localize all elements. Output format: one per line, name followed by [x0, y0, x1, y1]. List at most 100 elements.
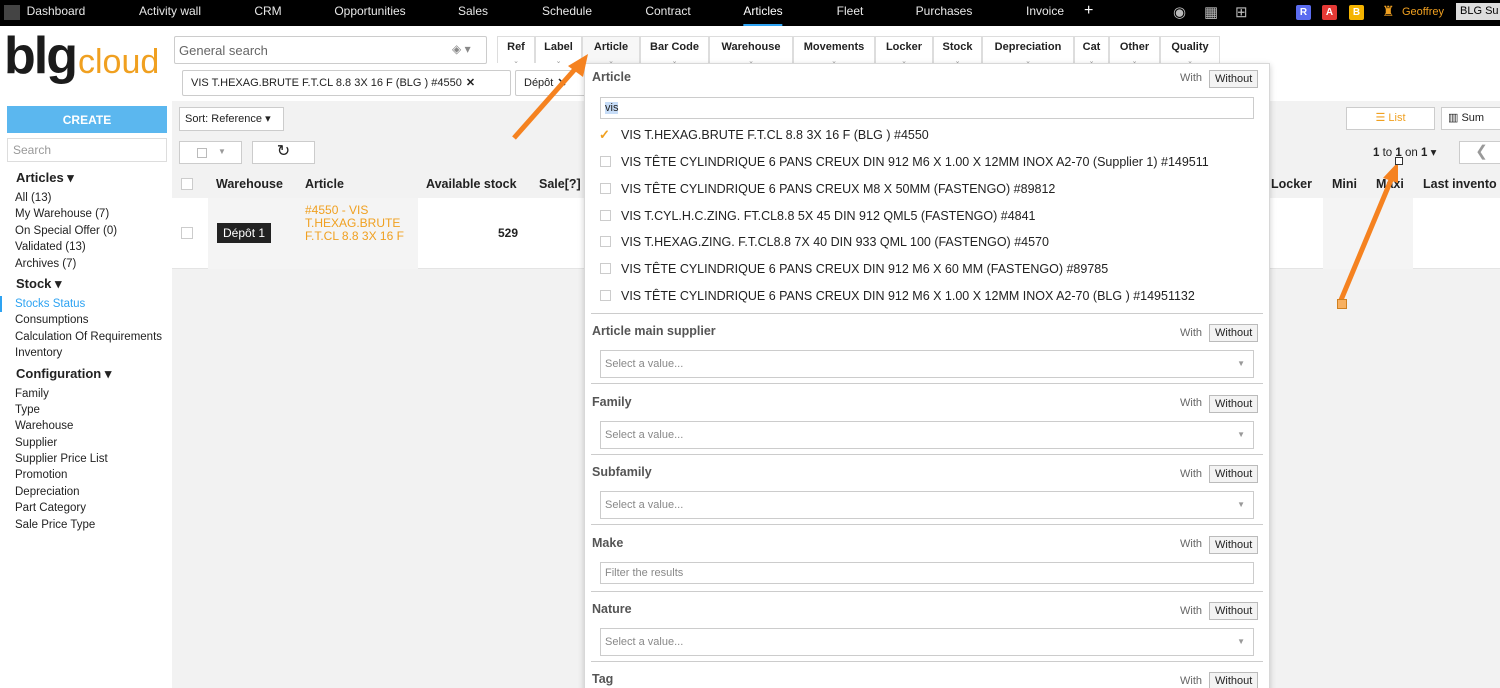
row-checkbox[interactable] [181, 227, 193, 239]
eye-icon[interactable]: ◉ [1173, 3, 1186, 21]
nav-tab-articles[interactable]: Articles [743, 0, 783, 26]
without-toggle[interactable]: Without [1209, 324, 1259, 342]
sidebar-group-configuration[interactable]: Configuration ▾ [0, 364, 172, 386]
filter-tab-quality[interactable]: Quality ⌄ [1160, 36, 1220, 65]
article-option[interactable]: VIS TÊTE CYLINDRIQUE 6 PANS CREUX M8 X 5… [600, 179, 1055, 199]
previous-page-button[interactable]: ❮ [1459, 141, 1500, 164]
avatar-a[interactable]: A [1322, 5, 1337, 20]
nav-tab-contract[interactable]: Contract [645, 0, 690, 26]
sidebar-item-stocks-status[interactable]: Stocks Status [0, 295, 172, 313]
sidebar-item-supplier-price-list[interactable]: Supplier Price List [0, 451, 172, 467]
user-name[interactable]: Geoffrey [1402, 6, 1444, 18]
checkbox-checked-icon[interactable] [599, 125, 611, 145]
select-all-dropdown[interactable]: ▼ [179, 141, 242, 164]
with-toggle[interactable]: With [1180, 72, 1202, 84]
with-toggle[interactable]: With [1180, 397, 1202, 409]
filter-tab-warehouse[interactable]: Warehouse ⌄ [709, 36, 793, 65]
sidebar-item-warehouse[interactable]: Warehouse [0, 418, 172, 434]
with-toggle[interactable]: With [1180, 538, 1202, 550]
checkbox[interactable] [600, 156, 611, 167]
avatar-b[interactable]: B [1349, 5, 1364, 20]
avatar-r[interactable]: R [1296, 5, 1311, 20]
sidebar-group-stock[interactable]: Stock ▾ [0, 274, 172, 296]
refresh-button[interactable]: ↻ [252, 141, 315, 164]
with-toggle[interactable]: With [1180, 327, 1202, 339]
sidebar-item-type[interactable]: Type [0, 402, 172, 418]
sidebar-item-part-category[interactable]: Part Category [0, 500, 172, 516]
nav-tab-dashboard[interactable]: Dashboard [27, 0, 86, 26]
create-button[interactable]: CREATE [7, 106, 167, 133]
without-toggle[interactable]: Without [1209, 395, 1259, 413]
sidebar-item-promotion[interactable]: Promotion [0, 467, 172, 483]
without-toggle[interactable]: Without [1209, 465, 1259, 483]
filter-tab-ref[interactable]: Ref ⌄ [497, 36, 535, 65]
column-mini[interactable]: Mini [1332, 177, 1357, 191]
filter-tab-cat[interactable]: Cat ⌄ [1074, 36, 1109, 65]
sidebar-group-articles[interactable]: Articles ▾ [0, 168, 172, 190]
column-last-inventory[interactable]: Last invento [1423, 177, 1497, 191]
filter-tab-label[interactable]: Label ⌄ [535, 36, 582, 65]
remove-filter-icon[interactable]: ✕ [466, 77, 475, 89]
remove-filter-icon[interactable]: ✕ [557, 77, 566, 89]
sidebar-search-input[interactable] [7, 138, 167, 162]
sidebar-item-inventory[interactable]: Inventory [0, 345, 172, 361]
column-warehouse[interactable]: Warehouse [216, 177, 283, 191]
nav-tab-invoice[interactable]: Invoice [1026, 0, 1064, 26]
sidebar-item-family[interactable]: Family [0, 386, 172, 402]
filter-tab-bar-code[interactable]: Bar Code ⌄ [640, 36, 709, 65]
checkbox[interactable] [600, 290, 611, 301]
article-option[interactable]: VIS T.HEXAG.BRUTE F.T.CL 8.8 3X 16 F (BL… [599, 125, 929, 145]
nature-select[interactable]: Select a value... ▼ [600, 628, 1254, 656]
article-link[interactable]: #4550 - VIS T.HEXAG.BRUTE F.T.CL 8.8 3X … [305, 204, 415, 243]
sidebar-item-sale-price-type[interactable]: Sale Price Type [0, 517, 172, 533]
filter-tab-depreciation[interactable]: Depreciation ⌄ [982, 36, 1074, 65]
article-option[interactable]: VIS TÊTE CYLINDRIQUE 6 PANS CREUX DIN 91… [600, 259, 1108, 279]
filter-tab-other[interactable]: Other ⌄ [1109, 36, 1160, 65]
layers-icon[interactable]: ◈ ▾ [452, 42, 471, 56]
checkbox[interactable] [600, 183, 611, 194]
subfamily-select[interactable]: Select a value... ▼ [600, 491, 1254, 519]
filter-tab-locker[interactable]: Locker ⌄ [875, 36, 933, 65]
nav-tab-activity-wall[interactable]: Activity wall [139, 0, 201, 26]
sidebar-item-all[interactable]: All (13) [0, 190, 172, 206]
apps-grid-icon[interactable]: ⊞ [1235, 3, 1248, 21]
checkbox[interactable] [600, 263, 611, 274]
calculator-icon[interactable]: ▦ [1204, 3, 1218, 21]
article-search-field[interactable]: vis [600, 97, 1254, 119]
nav-tab-opportunities[interactable]: Opportunities [334, 0, 405, 26]
without-toggle[interactable]: Without [1209, 536, 1259, 554]
article-option[interactable]: VIS T.HEXAG.ZING. F.T.CL8.8 7X 40 DIN 93… [600, 232, 1049, 252]
column-available-stock[interactable]: Available stock [426, 177, 517, 191]
sidebar-item-archives[interactable]: Archives (7) [0, 256, 172, 272]
column-locker[interactable]: Locker [1271, 177, 1312, 191]
main-supplier-select[interactable]: Select a value... ▼ [600, 350, 1254, 378]
nav-tab-crm[interactable]: CRM [254, 0, 281, 26]
select-all-checkbox[interactable] [197, 148, 207, 158]
sidebar-item-depreciation[interactable]: Depreciation [0, 484, 172, 500]
app-logo[interactable]: blgcloud [4, 30, 159, 90]
checkbox[interactable] [600, 210, 611, 221]
list-view-button[interactable]: ☰ List [1346, 107, 1435, 130]
article-option[interactable]: VIS TÊTE CYLINDRIQUE 6 PANS CREUX DIN 91… [600, 286, 1195, 306]
company-selector[interactable]: BLG Su [1456, 3, 1500, 20]
add-tab-icon[interactable]: + [1084, 2, 1093, 20]
with-toggle[interactable]: With [1180, 468, 1202, 480]
without-toggle[interactable]: Without [1209, 70, 1259, 88]
article-option[interactable]: VIS T.CYL.H.C.ZING. FT.CL8.8 5X 45 DIN 9… [600, 206, 1036, 226]
column-article[interactable]: Article [305, 177, 344, 191]
checkbox[interactable] [600, 236, 611, 247]
with-toggle[interactable]: With [1180, 605, 1202, 617]
summary-view-button[interactable]: ▥ Sum [1441, 107, 1500, 130]
user-icon[interactable]: ♜ [1382, 3, 1395, 20]
filter-tab-stock[interactable]: Stock ⌄ [933, 36, 982, 65]
sidebar-item-supplier[interactable]: Supplier [0, 435, 172, 451]
column-sale[interactable]: Sale[?] [539, 177, 581, 191]
sidebar-item-validated[interactable]: Validated (13) [0, 239, 172, 255]
sidebar-item-my-warehouse[interactable]: My Warehouse (7) [0, 206, 172, 222]
column-maxi[interactable]: Maxi [1376, 177, 1404, 191]
nav-tab-purchases[interactable]: Purchases [916, 0, 973, 26]
header-checkbox[interactable] [181, 178, 193, 190]
family-select[interactable]: Select a value... ▼ [600, 421, 1254, 449]
dashboard-icon[interactable] [4, 5, 20, 20]
make-filter-input[interactable] [600, 562, 1254, 584]
